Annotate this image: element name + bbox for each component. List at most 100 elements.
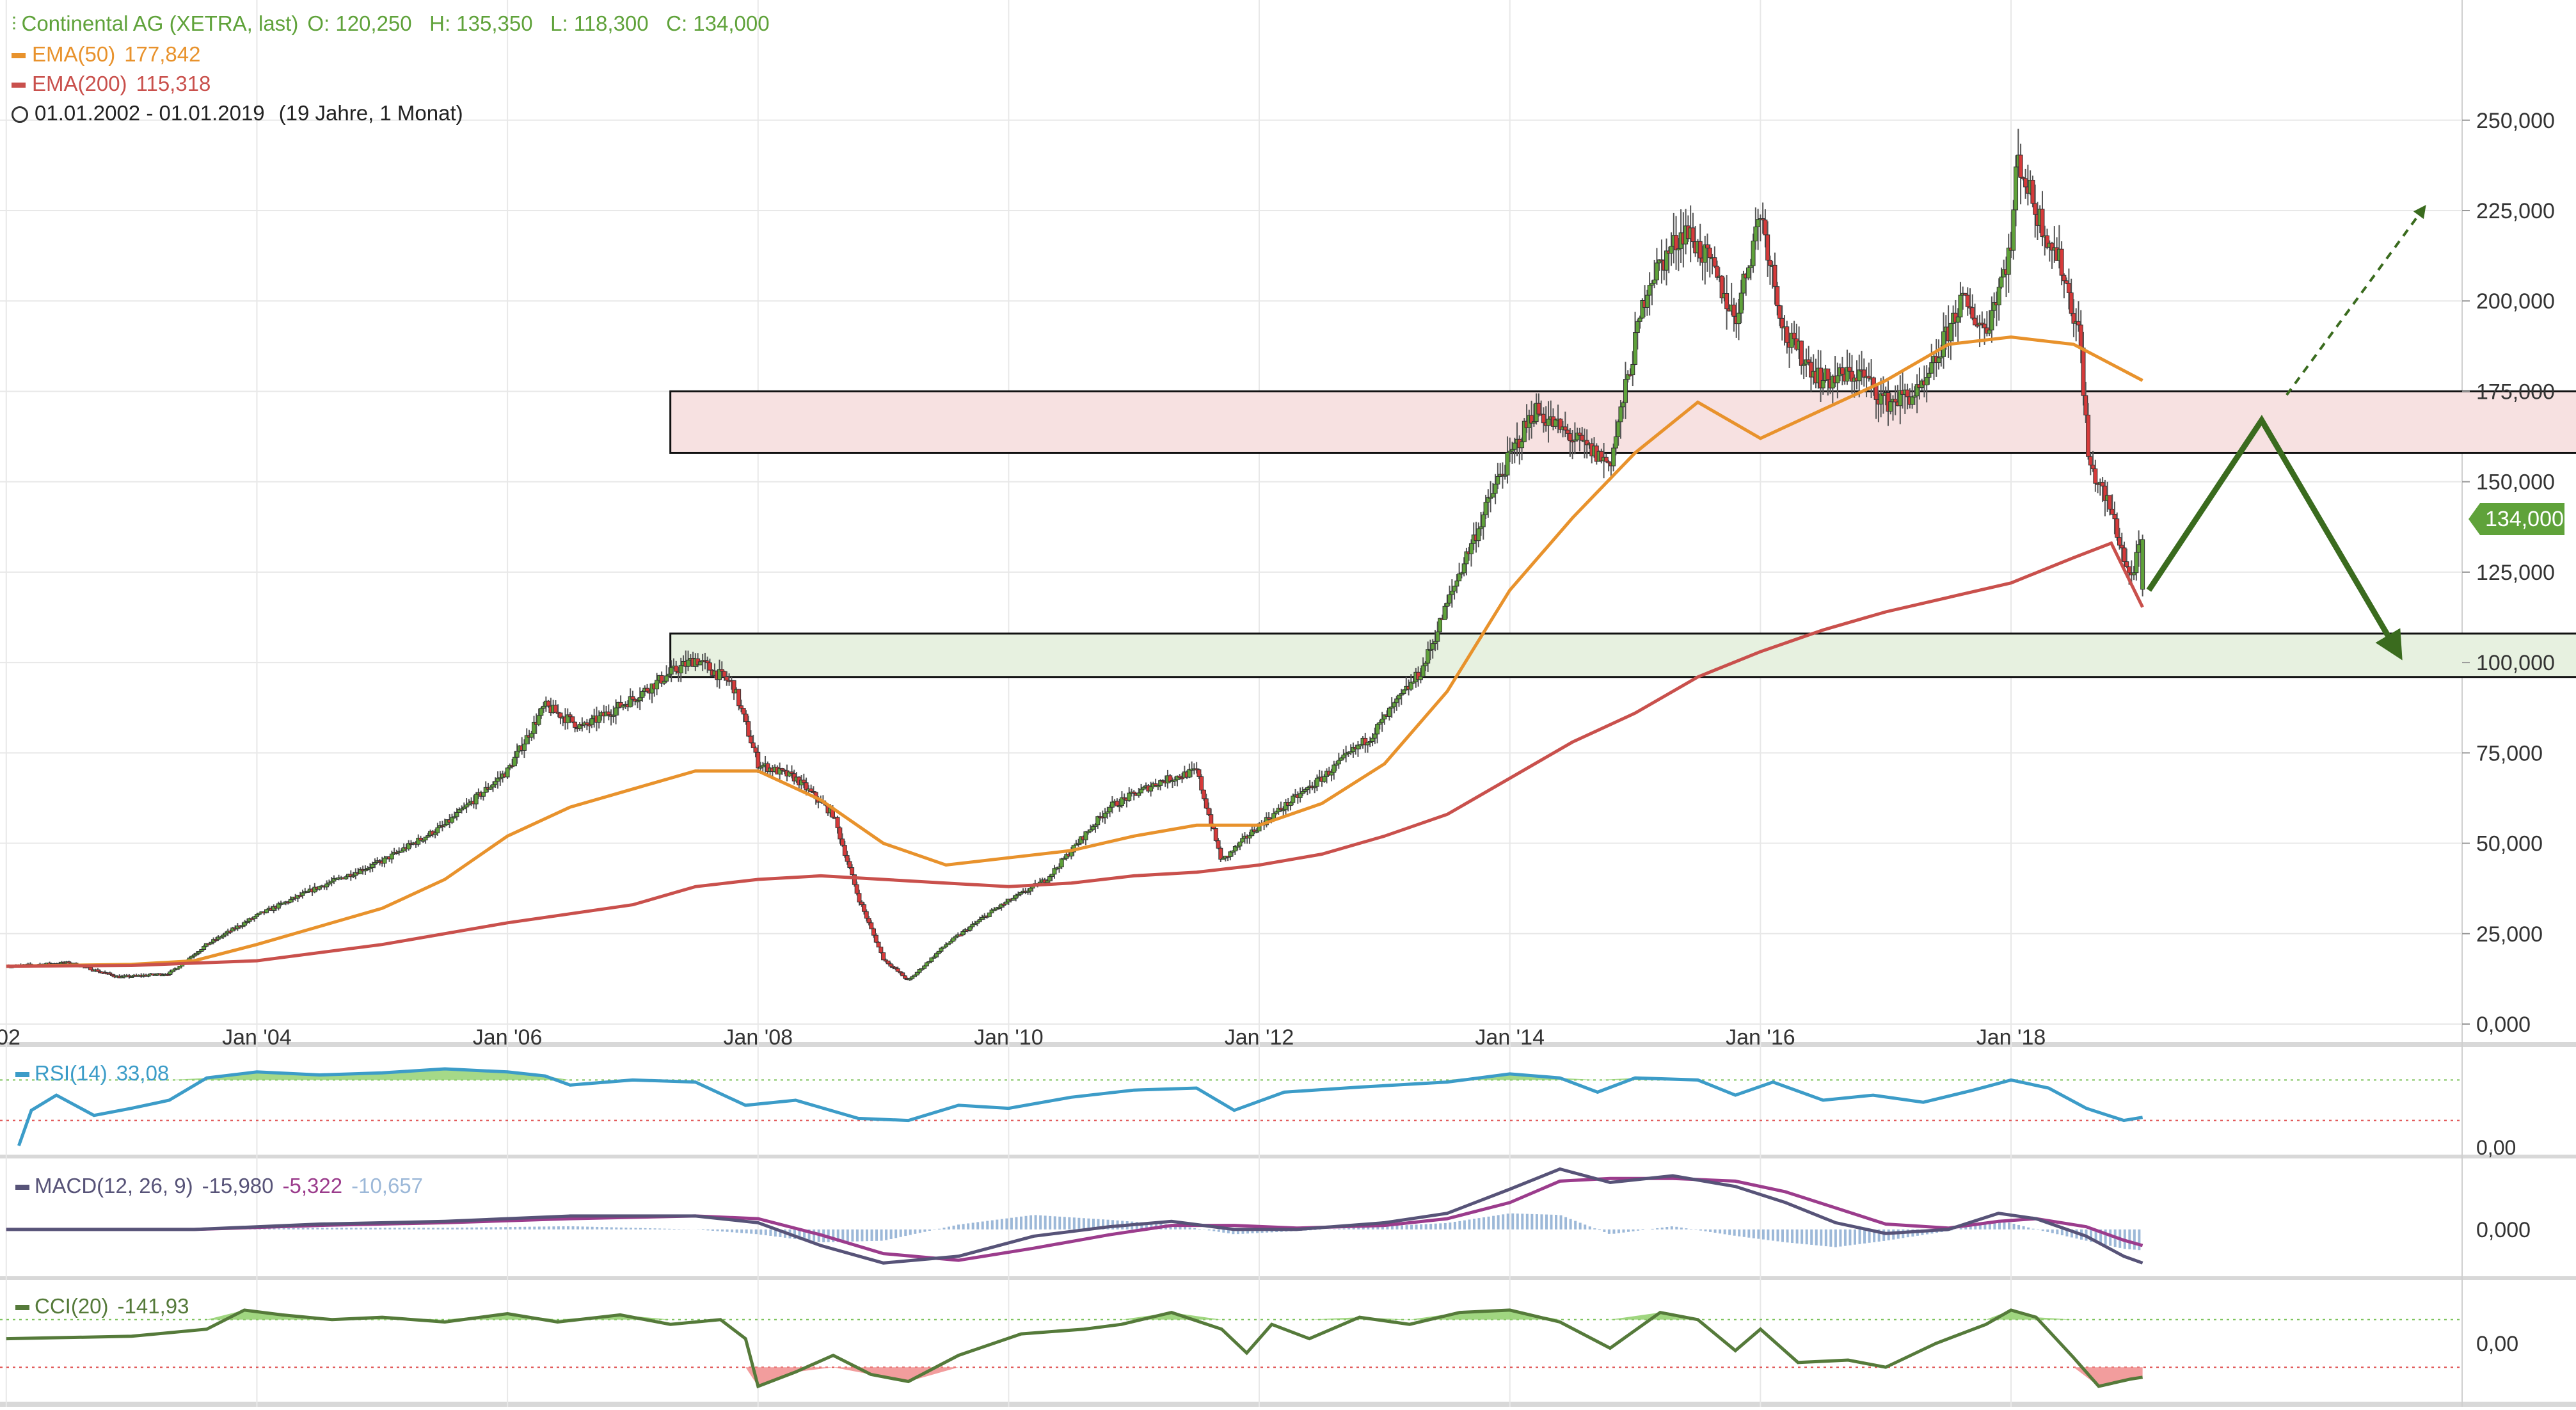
candle-up [1999,276,2004,288]
y-tick-label: 200,000 [2476,289,2555,314]
candle-up [1736,312,1741,324]
candle-up [1314,778,1319,787]
candle-down [1201,789,1206,799]
candle-up [1423,662,1428,666]
macd-axis-label: 0,000 [2476,1218,2531,1242]
candle-down [1705,244,1710,249]
candle-down [840,838,845,846]
rsi-legend: RSI(14) 33,08 [15,1059,178,1088]
candles-layer [6,129,2145,981]
candle-down [1216,840,1221,849]
candle-up [1447,594,1452,604]
candle-up [637,697,642,701]
candle-down [1777,305,1782,319]
resistance-zone [669,390,2576,454]
candle-up [1329,772,1334,776]
candle-up [2136,544,2142,553]
candle-up [1127,792,1132,801]
candle-up [1339,757,1344,761]
candle-down [2069,292,2074,314]
candle-down [553,705,558,713]
candle-up [1654,262,1659,280]
candle-up [922,965,927,969]
candle-up [1379,718,1385,723]
candle-up [1835,375,1840,383]
x-tick-label: '02 [0,1025,20,1050]
candle-up [589,718,594,725]
candle-down [738,705,743,709]
candle-down [674,666,679,672]
candle-up [678,665,683,673]
candle-down [736,689,742,707]
candle-down [2100,482,2105,486]
candle-down [1982,323,1987,328]
candle-down [1199,776,1204,790]
macd-label: MACD(12, 26, 9) [35,1174,193,1198]
candle-up [1237,842,1243,847]
candle-down [1905,389,1910,397]
candle-down [1806,359,1811,363]
macd-legend: MACD(12, 26, 9) -15,980 -5,322 -10,657 [15,1171,432,1201]
candle-up [382,858,387,864]
candle-up [435,827,440,833]
candle-down [2124,561,2129,567]
candle-up [686,659,691,667]
y-tick-label: 150,000 [2476,470,2555,495]
candle-down [2119,545,2124,549]
rsi-swatch [15,1072,29,1078]
x-tick-label: Jan '14 [1475,1025,1545,1050]
candle-up [1616,421,1621,437]
candle-up [1647,285,1652,296]
candle-up [1420,665,1426,677]
candle-up [344,876,349,879]
rsi-label: RSI(14) [35,1061,107,1085]
candle-up [473,794,479,805]
candle-down [1785,326,1790,343]
candle-down [1792,332,1797,339]
period-detail: (19 Jahre, 1 Monat) [278,101,463,125]
candle-up [1621,402,1626,408]
x-tick-label: Jan '12 [1225,1025,1294,1050]
axes-layer: '02 Jan '04 Jan '06 Jan '08 Jan '10 Jan '12 Ja… [0,109,2555,1356]
candle-up [1396,694,1401,700]
candle-up [1637,317,1642,322]
cci-value: -141,93 [117,1294,189,1318]
candle-down [1840,367,1845,375]
candle-down [2107,495,2112,509]
candle-down [1562,426,1568,431]
candle-up [1623,379,1628,403]
candle-up [2014,166,2019,211]
candle-up [1336,760,1341,765]
pane-separator [0,1155,2576,1158]
candle-down [2081,348,2086,396]
candle-up [481,792,486,797]
candle-up [1108,806,1113,812]
candle-down [2076,321,2081,326]
candle-up [664,675,669,682]
candle-up [1618,406,1623,422]
candle-down [2083,395,2088,415]
candle-down [857,893,862,902]
candle-up [1546,419,1551,426]
cci-line [6,1308,2143,1389]
candle-down [2117,537,2122,546]
last-price-badge: 134,000 [2469,503,2564,535]
candle-up [1493,483,1498,494]
candle-down [1973,317,1978,326]
rsi-value: 33,08 [116,1061,170,1085]
candle-up [1187,769,1192,778]
candle-down [838,827,843,840]
ema200-legend-row: EMA(200) 115,318 [12,69,779,99]
candle-down [876,941,881,948]
candle-up [1069,851,1074,857]
candle-up [505,767,510,778]
candle-up [1445,602,1450,607]
indicator-layer [0,1067,2462,1389]
candle-up [655,680,660,689]
cci-swatch [15,1305,29,1311]
instrument-name: Continental AG (XETRA, last) [21,12,299,35]
candle-up [1644,294,1650,308]
candle-down [835,817,840,828]
candle-up [1927,373,1932,378]
candle-up [536,715,541,725]
